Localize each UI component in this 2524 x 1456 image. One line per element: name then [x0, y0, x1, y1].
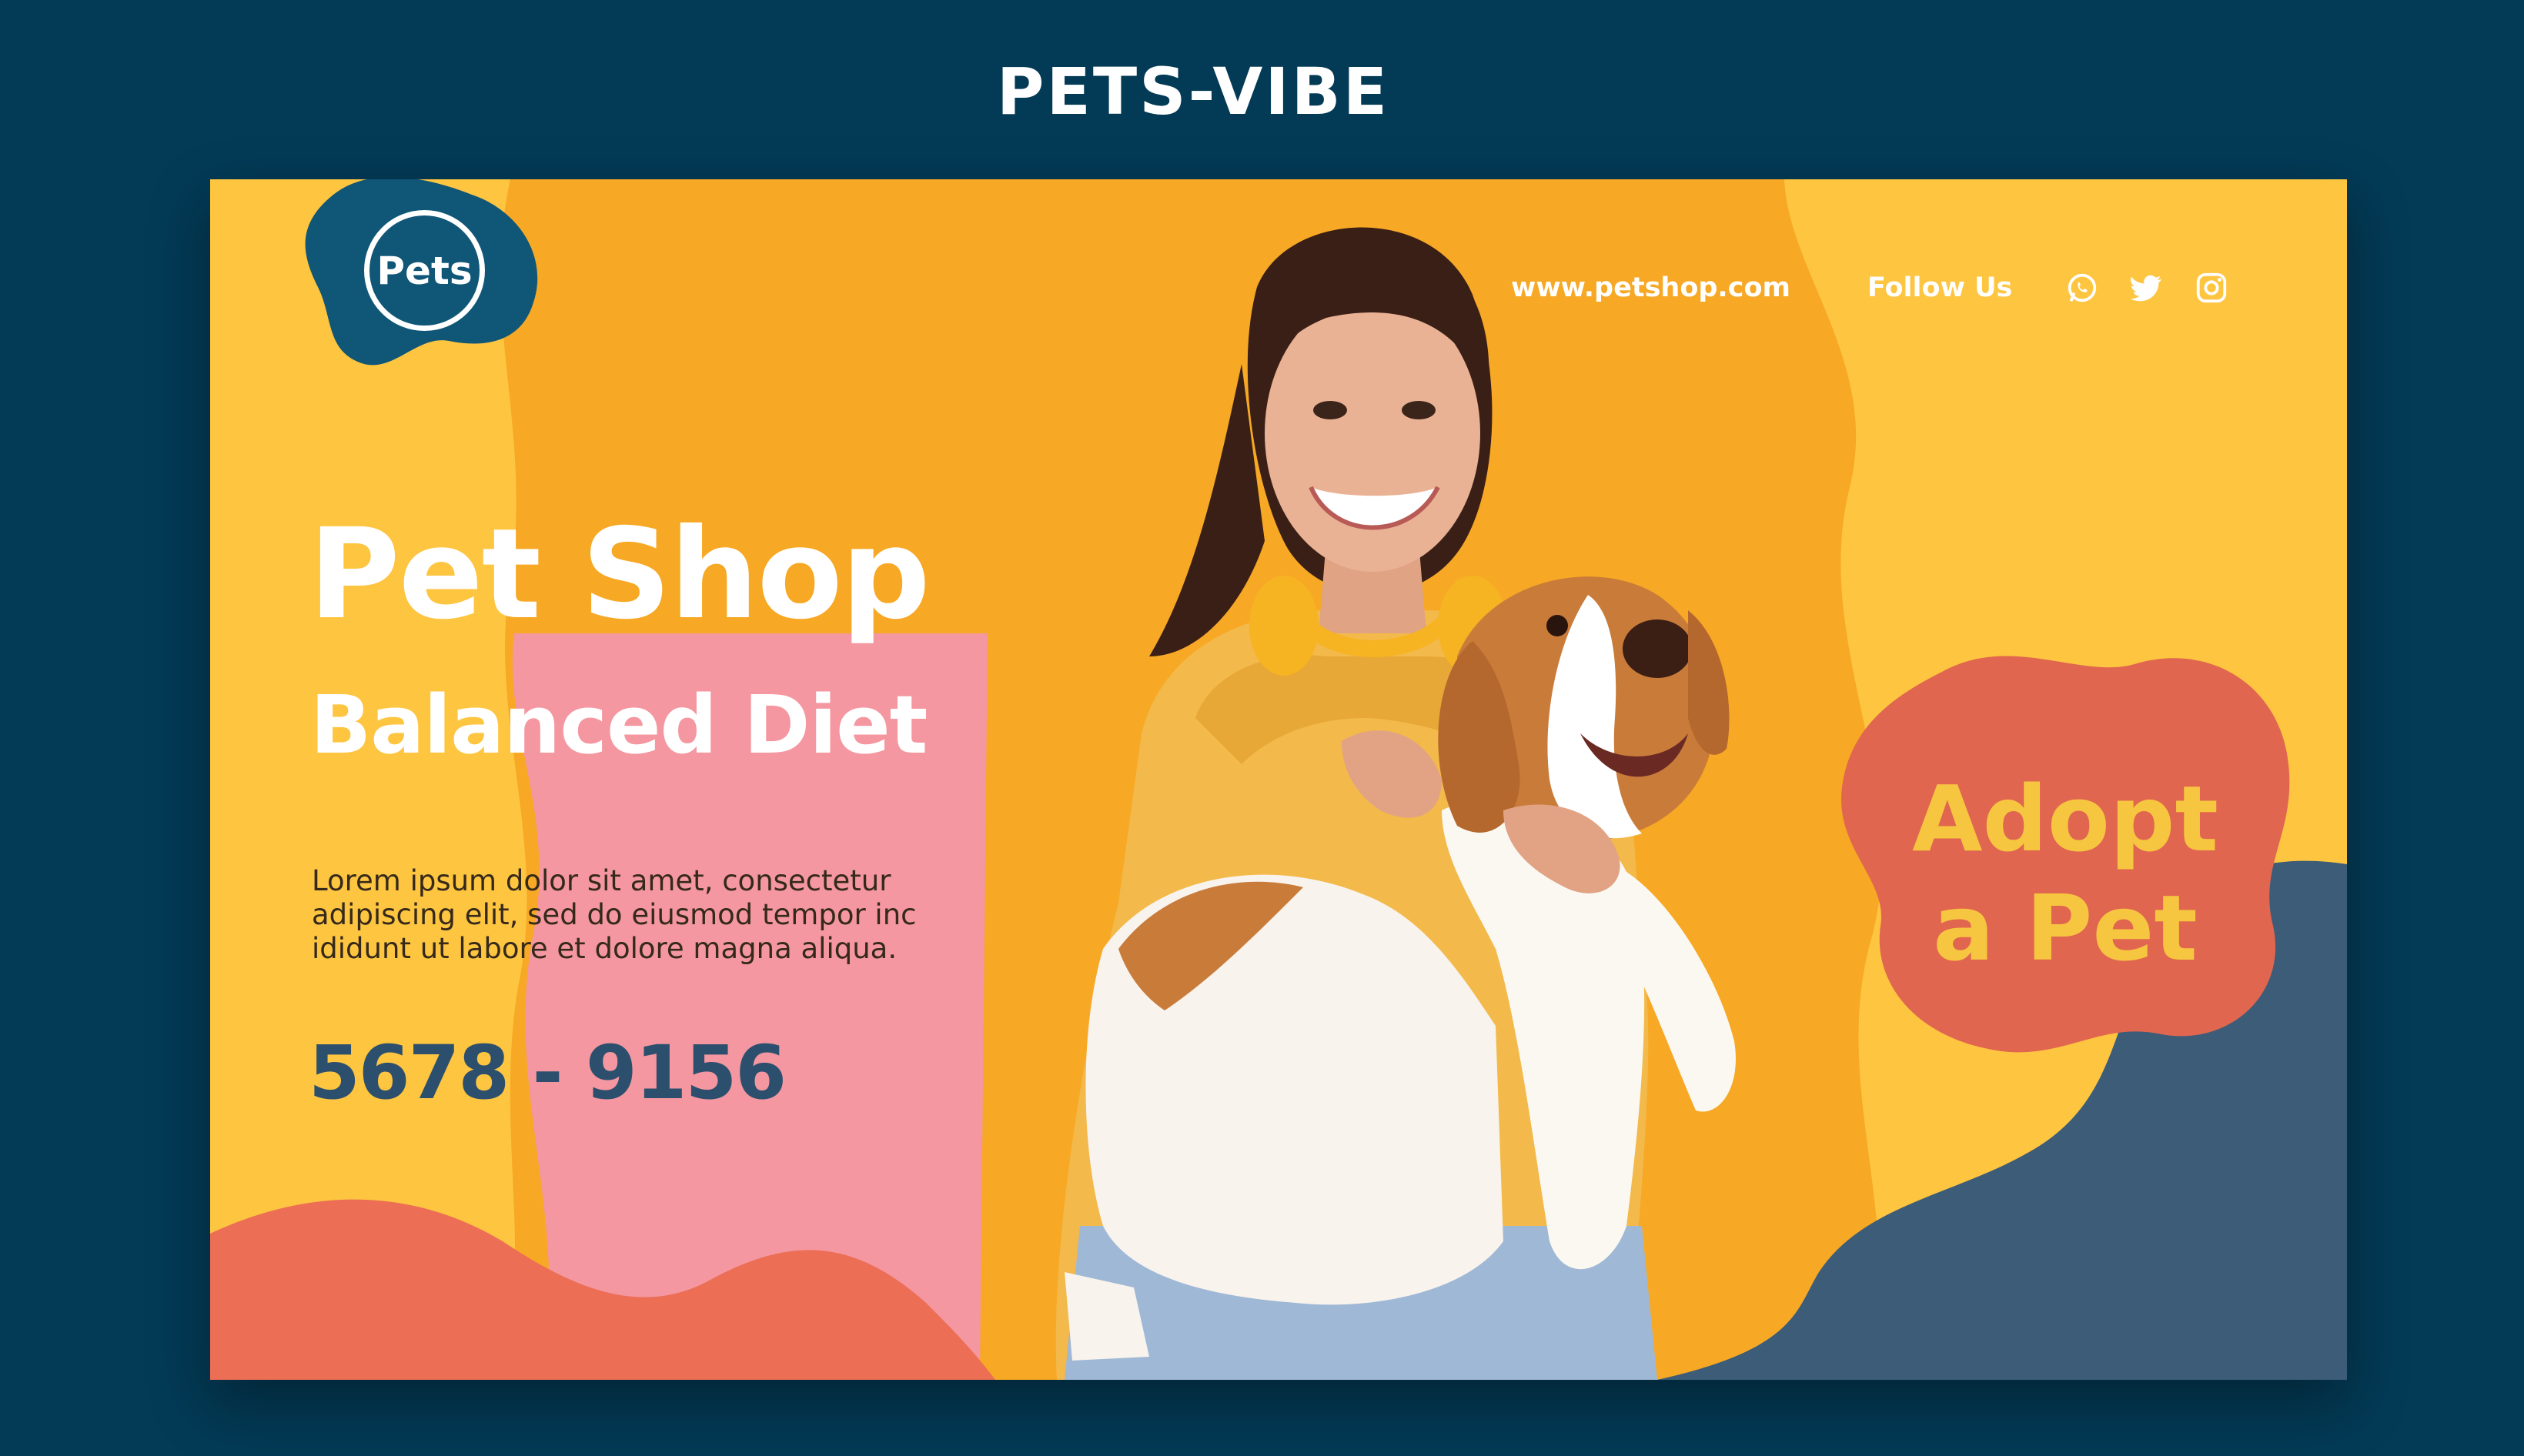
- headline: Pet Shop: [309, 503, 931, 647]
- body-text: Lorem ipsum dolor sit amet, consectetur …: [312, 864, 928, 966]
- phone-number[interactable]: 5678 - 9156: [309, 1030, 787, 1116]
- whatsapp-icon[interactable]: [2064, 270, 2100, 306]
- body-line: adipiscing elit, sed do eiusmod tempor i…: [312, 898, 917, 931]
- logo-badge[interactable]: Pets: [364, 210, 485, 331]
- page-title: PETS-VIBE: [996, 54, 1390, 129]
- body-line: Lorem ipsum dolor sit amet, consectetur: [312, 864, 891, 897]
- subheadline: Balanced Diet: [310, 678, 928, 772]
- top-nav: www.petshop.com Follow Us: [1511, 270, 2229, 306]
- adopt-a-pet-cta[interactable]: Adopt a Pet: [1850, 764, 2281, 983]
- adopt-line: Adopt: [1912, 766, 2218, 872]
- twitter-icon[interactable]: [2129, 270, 2165, 306]
- body-line: ididunt ut labore et dolore magna aliqua…: [312, 932, 898, 965]
- website-link[interactable]: www.petshop.com: [1511, 272, 1790, 303]
- pet-shop-banner: Pets www.petshop.com Follow Us Pet Shop …: [210, 179, 2347, 1380]
- logo-text: Pets: [376, 248, 473, 293]
- follow-us-label: Follow Us: [1867, 272, 2013, 303]
- adopt-line: a Pet: [1933, 875, 2198, 981]
- social-icons: [2064, 270, 2229, 306]
- instagram-icon[interactable]: [2194, 270, 2229, 306]
